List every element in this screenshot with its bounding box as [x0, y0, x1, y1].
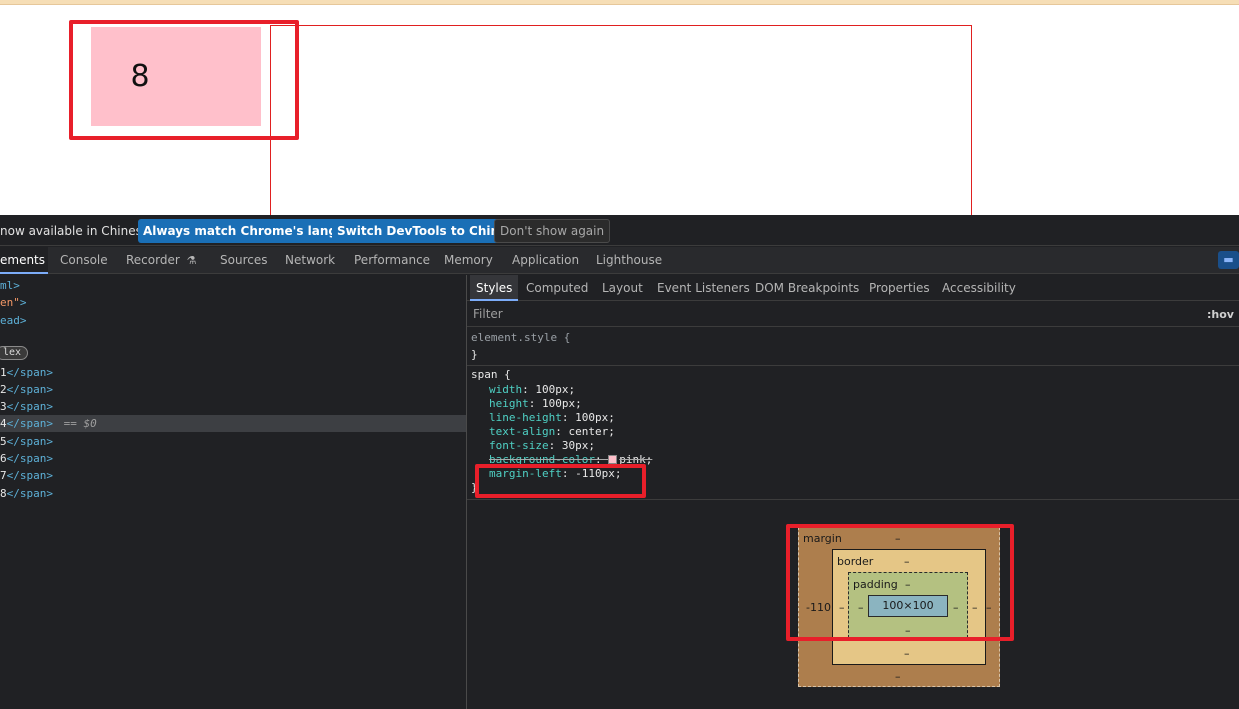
css-value: 100px; — [575, 411, 615, 424]
subtab-computed[interactable]: Computed — [526, 275, 588, 301]
subtab-styles[interactable]: Styles — [470, 275, 519, 301]
hov-toggle[interactable]: :hov — [1207, 308, 1234, 321]
tree-tag: </span> — [6, 435, 53, 448]
screenshot-root: 8 now available in Chinese! Always match… — [0, 0, 1239, 709]
annotation-box-margin-left-decl — [475, 464, 646, 498]
devtools-panel: now available in Chinese! Always match C… — [0, 215, 1239, 709]
tree-tag: </span> — [6, 469, 53, 482]
tree-row-span-selected[interactable]: 4</span> == $0 — [0, 415, 466, 432]
element-style-selector[interactable]: element.style { — [471, 331, 570, 345]
tree-row-span[interactable]: 5</span> — [0, 433, 53, 450]
subtab-properties[interactable]: Properties — [869, 275, 930, 301]
subtab-event-listeners[interactable]: Event Listeners — [657, 275, 750, 301]
tree-attr: en" — [0, 296, 20, 309]
element-style-close: } — [471, 348, 478, 361]
tree-span-text: 7 — [0, 469, 7, 482]
tab-lighthouse[interactable]: Lighthouse — [596, 247, 662, 274]
tree-line-head[interactable]: ead> — [0, 312, 27, 329]
styles-pane: Styles Computed Layout Event Listeners D… — [467, 275, 1239, 709]
tree-tag: </span> — [6, 452, 53, 465]
tab-recorder[interactable]: Recorder ⚗ — [126, 247, 196, 274]
tree-tag: ml> — [0, 279, 20, 292]
annotation-box-box-model — [786, 524, 1014, 641]
css-prop: font-size — [489, 439, 549, 452]
flex-badge[interactable]: lex — [0, 346, 29, 360]
css-prop: text-align — [489, 425, 556, 438]
tree-span-text: 5 — [0, 435, 7, 448]
tree-tag: </span> — [6, 366, 53, 379]
css-declaration[interactable]: line-height: 100px; — [489, 411, 615, 425]
tree-tag: </span> — [6, 383, 53, 396]
tree-row-span[interactable]: 8</span> — [0, 485, 53, 502]
tree-selected-marker: == $0 — [63, 417, 97, 430]
tab-console[interactable]: Console — [60, 247, 108, 274]
tab-sources[interactable]: Sources — [220, 247, 267, 274]
subtab-layout[interactable]: Layout — [602, 275, 643, 301]
tree-tag: </span> — [6, 487, 53, 500]
tree-row-span[interactable]: 7</span> — [0, 467, 53, 484]
tree-tag: ead> — [0, 314, 27, 327]
devtools-tabbar: ements Console Recorder ⚗ Sources Networ… — [0, 247, 1239, 274]
styles-subtabs: Styles Computed Layout Event Listeners D… — [467, 275, 1239, 301]
box-model-margin-bottom[interactable]: – — [895, 670, 901, 683]
styles-filter-input[interactable] — [469, 304, 1195, 324]
subtab-accessibility[interactable]: Accessibility — [942, 275, 1016, 301]
css-value: 100px; — [535, 383, 576, 396]
tree-line-lang[interactable]: en"> — [0, 294, 27, 311]
css-declaration[interactable]: height: 100px; — [489, 397, 582, 411]
tree-line-html[interactable]: ml> — [0, 277, 20, 294]
css-prop: height — [489, 397, 529, 410]
css-declaration[interactable]: text-align: center; — [489, 425, 615, 439]
infobar-message: now available in Chinese! — [0, 224, 155, 238]
tree-tag: </span> — [6, 417, 53, 430]
css-prop: line-height — [489, 411, 562, 424]
element-style-text: element.style { — [471, 331, 571, 344]
flask-icon: ⚗ — [186, 254, 197, 267]
tab-network[interactable]: Network — [285, 247, 335, 274]
tree-span-text: 3 — [0, 400, 7, 413]
tab-recorder-label: Recorder — [126, 253, 180, 267]
tree-span-text: 8 — [0, 487, 7, 500]
tree-row-span[interactable]: 2</span> — [0, 381, 53, 398]
language-infobar: now available in Chinese! Always match C… — [0, 215, 1239, 246]
tree-span-text: 4 — [0, 417, 7, 430]
tree-row-span[interactable]: 1</span> — [0, 364, 53, 381]
tree-span-text: 6 — [0, 452, 7, 465]
tab-application[interactable]: Application — [512, 247, 579, 274]
elements-tree: ml> en"> ead> lex 1</span> 2</span> 3</s… — [0, 275, 466, 709]
tree-row-span[interactable]: 6</span> — [0, 450, 53, 467]
feedback-icon[interactable]: ▬ — [1218, 251, 1239, 269]
tree-tag: > — [19, 296, 27, 309]
rule-separator — [467, 365, 1239, 366]
box-model-border-bottom[interactable]: – — [904, 647, 910, 660]
tree-span-text: 2 — [0, 383, 7, 396]
css-declaration[interactable]: width: 100px; — [489, 383, 575, 397]
css-value: 100px; — [542, 397, 582, 410]
span-rule-selector[interactable]: span { — [471, 368, 511, 382]
annotation-box-pink — [69, 20, 299, 140]
color-swatch-icon[interactable] — [608, 455, 618, 464]
css-prop: width — [489, 383, 523, 396]
dont-show-again-button[interactable]: Don't show again — [494, 219, 611, 243]
tab-memory[interactable]: Memory — [444, 247, 493, 274]
rule-separator — [467, 499, 1239, 500]
styles-filter-bar: :hov — [467, 302, 1239, 327]
page-viewport: 8 — [0, 0, 1239, 215]
tree-span-text: 1 — [0, 366, 7, 379]
tree-row-span[interactable]: 3</span> — [0, 398, 53, 415]
tab-performance[interactable]: Performance — [354, 247, 430, 274]
css-declaration[interactable]: font-size: 30px; — [489, 439, 595, 453]
viewport-top-strip — [0, 0, 1239, 5]
tab-elements[interactable]: ements — [0, 247, 48, 274]
css-value: center; — [568, 425, 615, 438]
subtab-dom-breakpoints[interactable]: DOM Breakpoints — [755, 275, 859, 301]
flex-container-outline — [270, 25, 972, 215]
tree-tag: </span> — [6, 400, 53, 413]
css-value: 30px; — [561, 439, 595, 452]
